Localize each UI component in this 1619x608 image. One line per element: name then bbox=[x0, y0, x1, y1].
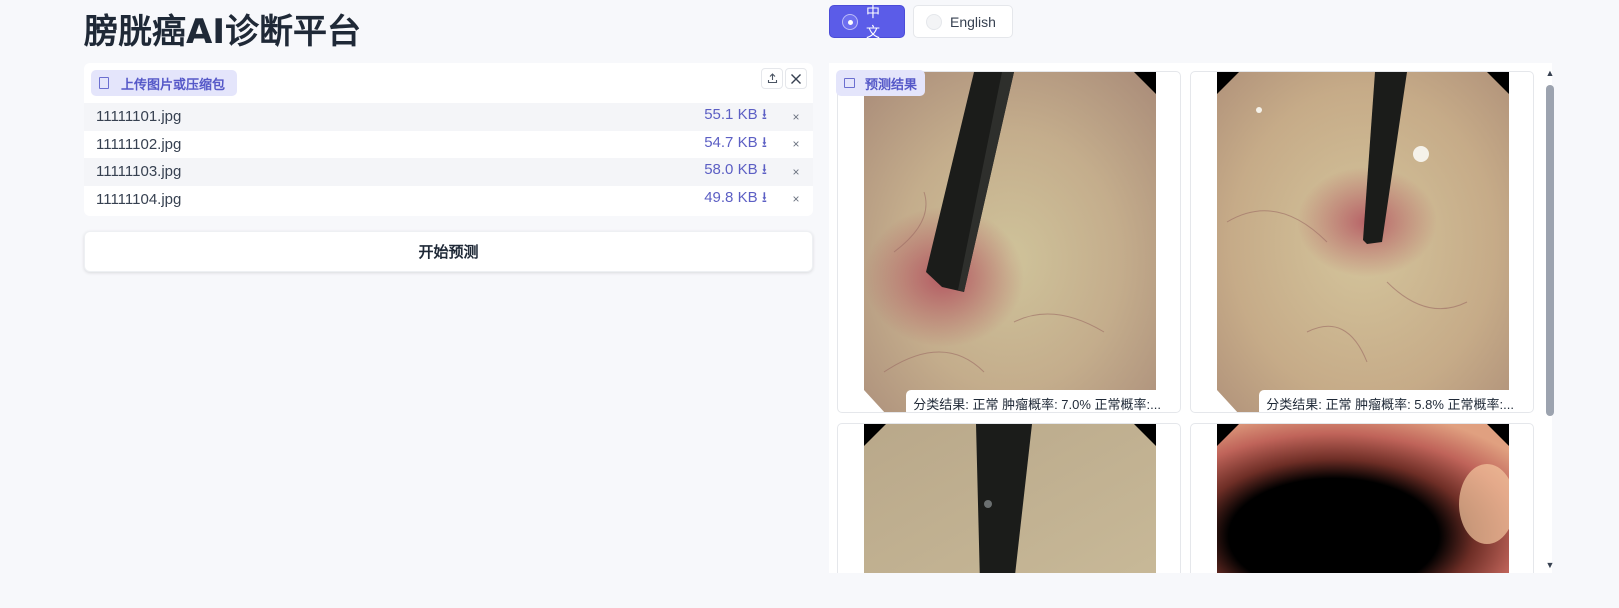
lang-option-english[interactable]: English bbox=[913, 5, 1013, 38]
upload-actions bbox=[761, 68, 807, 89]
delete-file-button[interactable]: × bbox=[791, 137, 801, 151]
scroll-down-icon[interactable]: ▼ bbox=[1545, 560, 1555, 570]
prediction-caption: 分类结果: 正常 肿瘤概率: 7.0% 正常概率:... bbox=[906, 390, 1168, 412]
upload-panel: 上传图片或压缩包 11111101.jpg 55.1 KB ⭳ × 111111… bbox=[84, 63, 813, 216]
file-row: 11111103.jpg 58.0 KB ⭳ × bbox=[84, 158, 813, 186]
file-name: 11111104.jpg bbox=[96, 190, 182, 208]
delete-file-button[interactable]: × bbox=[791, 192, 801, 206]
language-selector: 中文 English bbox=[829, 4, 1013, 40]
file-name: 11111103.jpg bbox=[96, 163, 182, 181]
file-size-download[interactable]: 58.0 KB ⭳ bbox=[704, 159, 767, 184]
radio-unselected-icon bbox=[926, 13, 942, 30]
results-panel: 预测结果 分类结果: 正常 肿瘤概率: 7.0% 正常概率:... 分类结果: … bbox=[829, 63, 1552, 573]
file-size-download[interactable]: 55.1 KB ⭳ bbox=[704, 104, 767, 129]
file-size-download[interactable]: 54.7 KB ⭳ bbox=[704, 132, 767, 157]
delete-file-button[interactable]: × bbox=[791, 165, 801, 179]
file-row: 11111104.jpg 49.8 KB ⭳ × bbox=[84, 186, 813, 214]
lang-option-chinese[interactable]: 中文 bbox=[829, 4, 905, 40]
lang-label: 中文 bbox=[866, 3, 880, 40]
scroll-up-icon[interactable]: ▲ bbox=[1545, 68, 1555, 78]
results-label: 预测结果 bbox=[836, 70, 925, 96]
result-card[interactable] bbox=[837, 423, 1181, 573]
result-card[interactable]: 分类结果: 正常 肿瘤概率: 7.0% 正常概率:... bbox=[837, 71, 1181, 413]
upload-icon[interactable] bbox=[761, 68, 783, 89]
page-title: 膀胱癌AI诊断平台 bbox=[84, 12, 361, 52]
endoscopy-image bbox=[1217, 424, 1509, 573]
result-card[interactable]: 分类结果: 正常 肿瘤概率: 5.8% 正常概率:... bbox=[1190, 71, 1534, 413]
close-icon[interactable] bbox=[785, 68, 807, 89]
radio-selected-icon bbox=[842, 13, 858, 30]
scroll-thumb[interactable] bbox=[1546, 85, 1554, 416]
upload-label: 上传图片或压缩包 bbox=[91, 70, 237, 96]
lang-label: English bbox=[950, 13, 996, 30]
file-name: 11111101.jpg bbox=[96, 108, 182, 126]
endoscopy-image bbox=[864, 424, 1156, 573]
file-row: 11111102.jpg 54.7 KB ⭳ × bbox=[84, 131, 813, 159]
file-list: 11111101.jpg 55.1 KB ⭳ × 11111102.jpg 54… bbox=[84, 103, 813, 213]
file-icon bbox=[99, 77, 109, 89]
file-size-download[interactable]: 49.8 KB ⭳ bbox=[704, 187, 767, 212]
file-name: 11111102.jpg bbox=[96, 135, 182, 153]
file-row: 11111101.jpg 55.1 KB ⭳ × bbox=[84, 103, 813, 131]
prediction-caption: 分类结果: 正常 肿瘤概率: 5.8% 正常概率:... bbox=[1259, 390, 1521, 412]
endoscopy-image bbox=[1217, 72, 1509, 412]
delete-file-button[interactable]: × bbox=[791, 110, 801, 124]
results-scrollbar[interactable]: ▲ ▼ bbox=[1545, 68, 1555, 570]
result-card[interactable] bbox=[1190, 423, 1534, 573]
image-icon bbox=[844, 78, 855, 88]
endoscopy-image bbox=[864, 72, 1156, 412]
start-predict-button[interactable]: 开始预测 bbox=[84, 231, 813, 272]
